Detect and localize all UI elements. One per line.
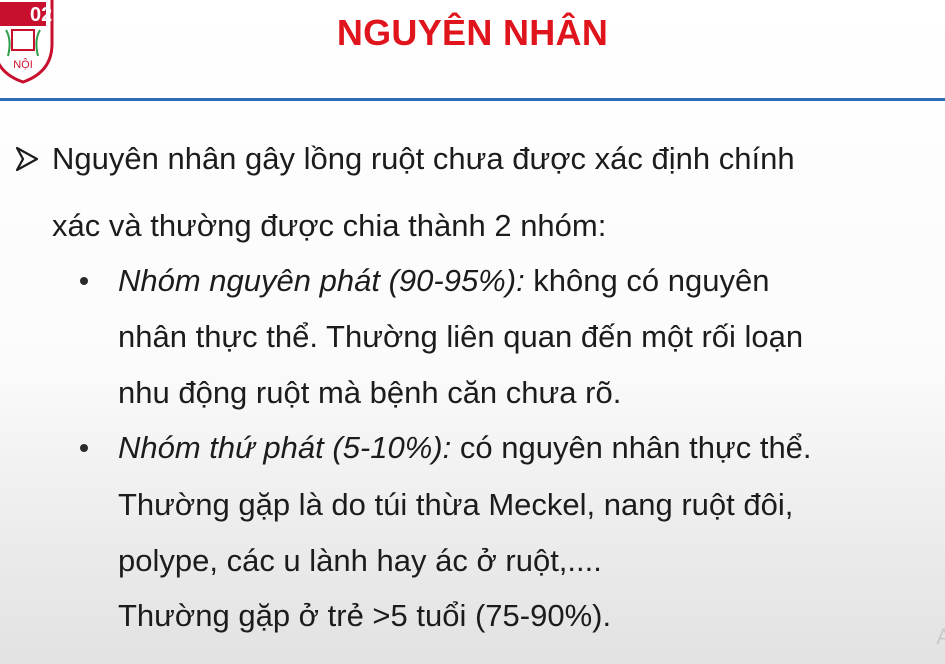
bullet-1-label: Nhóm nguyên phát (90-95%):	[118, 263, 525, 298]
bullet-2-line-2: Thường gặp là do túi thừa Meckel, nang r…	[118, 487, 794, 522]
dot-icon	[80, 277, 88, 285]
bullet-2-label: Nhóm thứ phát (5-10%):	[118, 430, 452, 465]
bullet-1-line-2: nhân thực thể. Thường liên quan đến một …	[118, 319, 804, 354]
bullet-1-text-1: không có nguyên	[524, 263, 770, 298]
arrowhead-icon	[15, 146, 39, 172]
watermark-text: A	[936, 624, 945, 649]
intro-line-1: Nguyên nhân gây lồng ruột chưa được xác …	[52, 141, 795, 176]
dot-icon	[80, 444, 88, 452]
bullet-1-line-1: Nhóm nguyên phát (90-95%): không có nguy…	[118, 262, 769, 300]
note-line: Thường gặp ở trẻ >5 tuổi (75-90%).	[118, 598, 612, 633]
intro-line-2: xác và thường được chia thành 2 nhóm:	[52, 208, 607, 243]
slide-content: Nguyên nhân gây lồng ruột chưa được xác …	[0, 0, 945, 664]
bullet-1-line-3: nhu động ruột mà bệnh căn chưa rõ.	[118, 375, 622, 410]
bullet-2-line-1: Nhóm thứ phát (5-10%): có nguyên nhân th…	[118, 429, 812, 467]
bullet-2-text-1: có nguyên nhân thực thể.	[451, 430, 812, 465]
bullet-2-line-3: polype, các u lành hay ác ở ruột,....	[118, 543, 602, 578]
